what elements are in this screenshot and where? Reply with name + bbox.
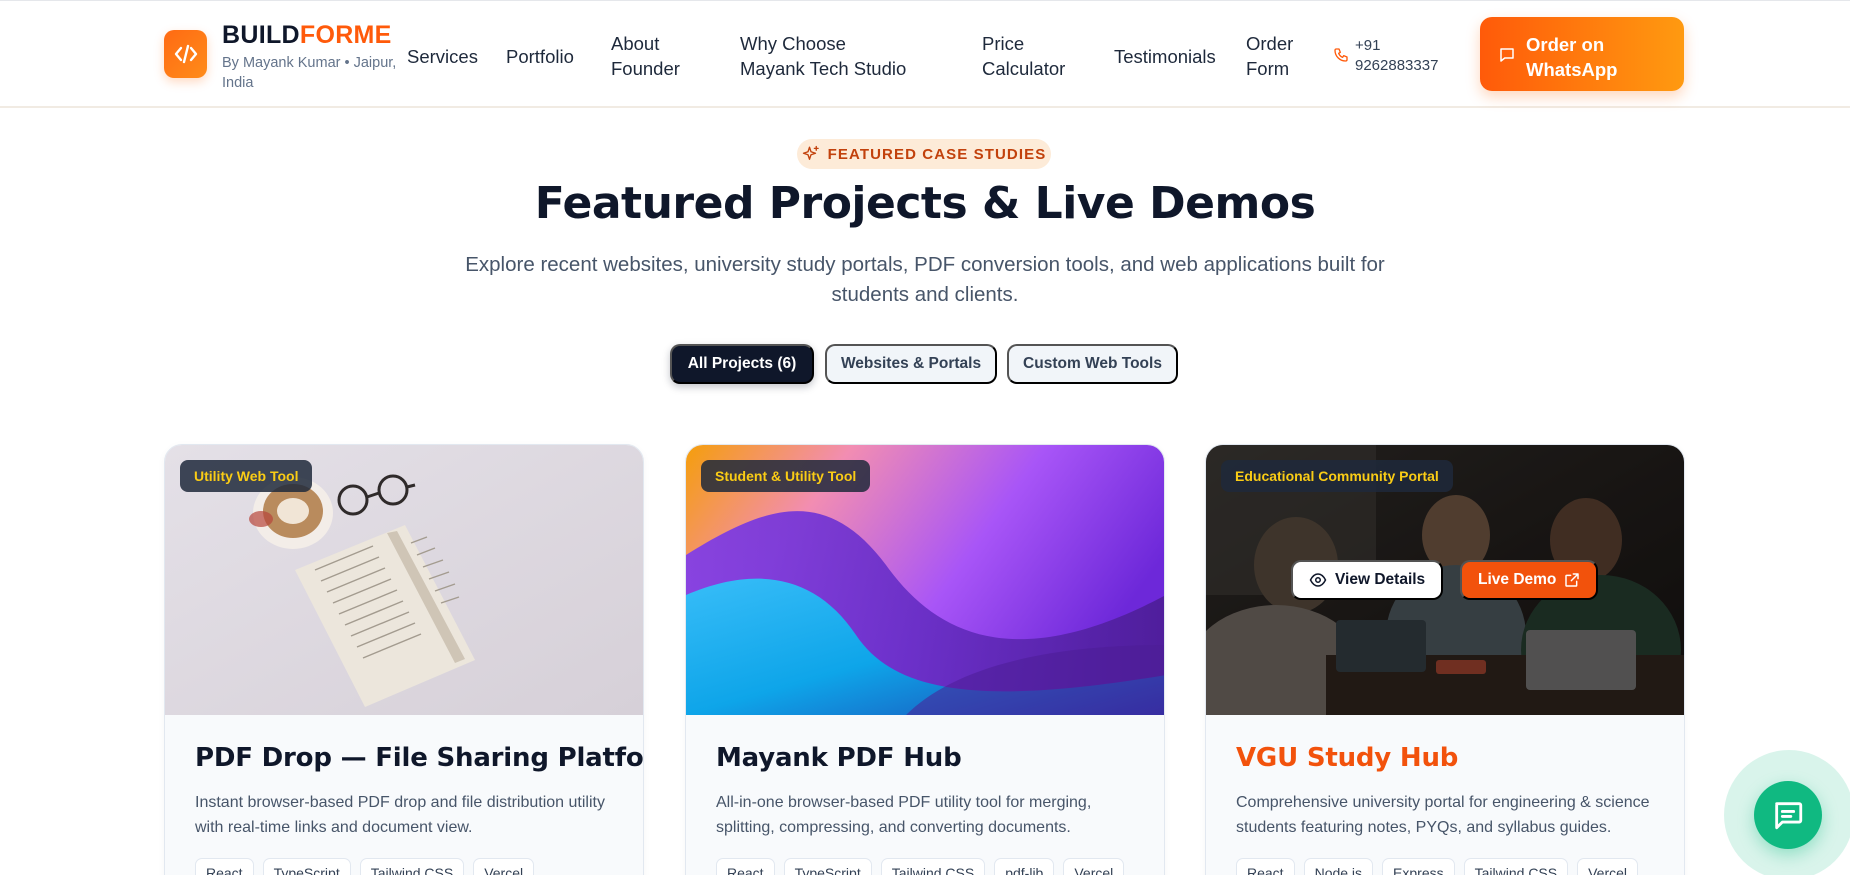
project-description: Instant browser-based PDF drop and file … (195, 794, 605, 836)
order-on-whatsapp-label: Order on WhatsApp (1526, 34, 1618, 80)
eyebrow-badge: FEATURED CASE STUDIES (797, 139, 1051, 169)
order-on-whatsapp-button[interactable]: Order on WhatsApp (1480, 17, 1684, 91)
tech-tags: React TypeScript Tailwind CSS pdf-lib Ve… (716, 858, 1125, 875)
tech-tags: React Node.js Express Tailwind CSS Verce… (1236, 858, 1639, 875)
tech-tag: pdf-lib (994, 858, 1055, 875)
tech-tag: Tailwind CSS (880, 858, 986, 875)
project-image-students-studying: Educational Community Portal View Detail… (1206, 445, 1684, 715)
nav-link-why-choose[interactable]: Why Choose Mayank Tech Studio (740, 31, 915, 81)
category-badge: Educational Community Portal (1221, 460, 1453, 492)
nav-link-services[interactable]: Services (407, 44, 478, 69)
project-image-book-coffee: Utility Web Tool (165, 445, 643, 715)
tech-tag: Vercel (473, 858, 535, 875)
brand-prefix: BUILD (222, 21, 300, 49)
project-title[interactable]: VGU Study Hub (1236, 743, 1458, 773)
live-demo-button[interactable]: Live Demo (1460, 560, 1599, 600)
brand-suffix: FORME (299, 21, 392, 49)
eyebrow-label: FEATURED CASE STUDIES (827, 145, 1047, 163)
chat-bubble-icon (1498, 46, 1516, 68)
tech-tag: React (1236, 858, 1295, 875)
brand-tagline: By Mayank Kumar • Jaipur, India (222, 55, 397, 91)
tech-tag: TypeScript (262, 858, 351, 875)
project-description: Comprehensive university portal for engi… (1236, 794, 1650, 836)
tech-tag: React (716, 858, 775, 875)
nav-link-portfolio[interactable]: Portfolio (506, 44, 574, 69)
sparkles-icon (802, 145, 819, 160)
tech-tags: React TypeScript Tailwind CSS Vercel (195, 858, 535, 875)
logo-badge[interactable] (164, 30, 207, 78)
project-image-gradient-waves: Student & Utility Tool (686, 445, 1164, 715)
tech-tag: Tailwind CSS (1463, 858, 1569, 875)
category-badge: Student & Utility Tool (701, 460, 871, 492)
brand-name[interactable]: BUILDFORME (222, 21, 392, 50)
tech-tag: React (195, 858, 254, 875)
view-details-button[interactable]: View Details (1291, 560, 1444, 600)
tech-tag: Node.js (1303, 858, 1374, 875)
tech-tag: Vercel (1063, 858, 1125, 875)
phone-icon (1333, 47, 1349, 67)
code-icon (174, 44, 197, 64)
section-title: Featured Projects & Live Demos (534, 178, 1316, 229)
live-demo-label: Live Demo (1478, 571, 1557, 588)
tech-tag: Tailwind CSS (359, 858, 465, 875)
filter-tab-all-projects[interactable]: All Projects (6) (670, 344, 814, 384)
section-subtitle: Explore recent websites, university stud… (465, 253, 1385, 306)
nav-link-price-calculator[interactable]: Price Calculator (982, 31, 1072, 81)
eye-icon (1309, 573, 1327, 587)
project-card-vgu-study-hub[interactable]: Educational Community Portal View Detail… (1205, 444, 1685, 875)
external-link-icon (1565, 573, 1580, 587)
filter-tab-websites-portals[interactable]: Websites & Portals (825, 344, 997, 384)
nav-link-testimonials[interactable]: Testimonials (1114, 44, 1216, 69)
message-square-icon (1775, 802, 1803, 830)
project-card-pdf-drop[interactable]: Utility Web Tool PDF Drop — File Sharing… (164, 444, 644, 875)
phone-number-link[interactable]: +91 9262883337 (1355, 36, 1455, 76)
tech-tag: Vercel (1577, 858, 1639, 875)
project-title[interactable]: Mayank PDF Hub (716, 743, 962, 773)
nav-link-about-founder[interactable]: About Founder (611, 31, 703, 81)
project-description: All-in-one browser-based PDF utility too… (716, 794, 1092, 836)
project-title[interactable]: PDF Drop — File Sharing Platform (195, 743, 643, 773)
nav-link-order-form[interactable]: Order Form (1246, 31, 1306, 81)
filter-tab-custom-web-tools[interactable]: Custom Web Tools (1007, 344, 1178, 384)
tech-tag: TypeScript (783, 858, 872, 875)
site-header: BUILDFORME By Mayank Kumar • Jaipur, Ind… (0, 0, 1850, 108)
tech-tag: Express (1382, 858, 1455, 875)
project-card-mayank-pdf-hub[interactable]: Student & Utility Tool Mayank PDF Hub Al… (685, 444, 1165, 875)
floating-chat-button[interactable] (1754, 781, 1822, 849)
view-details-label: View Details (1335, 571, 1426, 588)
category-badge: Utility Web Tool (180, 460, 313, 492)
